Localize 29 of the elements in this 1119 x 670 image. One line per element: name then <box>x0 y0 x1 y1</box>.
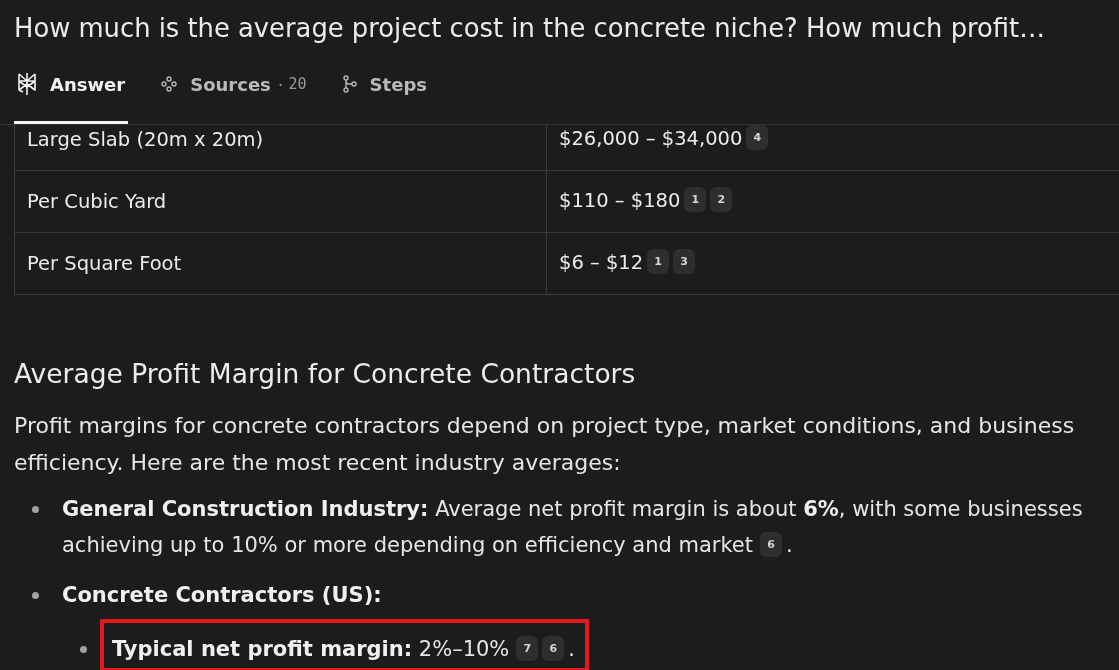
row-label: Large Slab (20m x 20m) <box>27 128 264 151</box>
citation-link[interactable]: 6 <box>760 531 783 557</box>
price-range: $26,000 – $34,000 <box>559 127 743 150</box>
list-item-text: General Construction Industry: Average net profit margin is about 6%, with some businesses achieving up to 10% or more depending on efficiency and market 6 . <box>62 497 1083 557</box>
list-item-text: Typical net profit margin: 2%–10% 7 6 . <box>112 637 575 661</box>
logo-icon <box>17 72 37 96</box>
citation-link[interactable]: 4 <box>746 125 769 150</box>
tab[interactable]: Answer <box>14 56 129 124</box>
tab[interactable]: Steps <box>339 56 430 124</box>
section-heading: Average Profit Margin for Concrete Contractors <box>14 358 637 390</box>
price-range: $6 – $12 <box>559 251 644 274</box>
row-label: Per Cubic Yard <box>27 190 167 213</box>
list-item-text: Concrete Contractors (US): <box>62 583 382 607</box>
branch-icon <box>342 75 357 93</box>
dots-icon <box>161 76 178 92</box>
price-range: $110 – $180 <box>559 189 681 212</box>
tab[interactable]: Sources · 20 <box>158 56 310 124</box>
citation-link[interactable]: 3 <box>673 249 696 274</box>
bullet-icon <box>80 645 87 653</box>
bullet-icon <box>32 505 39 513</box>
citation-link[interactable]: 6 <box>542 635 565 661</box>
intro-paragraph: Profit margins for concrete contractors depend on project type, market conditions, and business efficiency. Here are the most recent industry averages: <box>14 412 1076 477</box>
citation-link[interactable]: 1 <box>647 249 670 274</box>
citation-link[interactable]: 7 <box>516 635 539 661</box>
question-title: How much is the average project cost in the concrete niche? How much profit… <box>14 12 1046 45</box>
bullet-icon <box>32 591 39 599</box>
citation-link[interactable]: 2 <box>710 187 733 212</box>
citation-link[interactable]: 1 <box>684 187 707 212</box>
row-label: Per Square Foot <box>27 252 182 275</box>
